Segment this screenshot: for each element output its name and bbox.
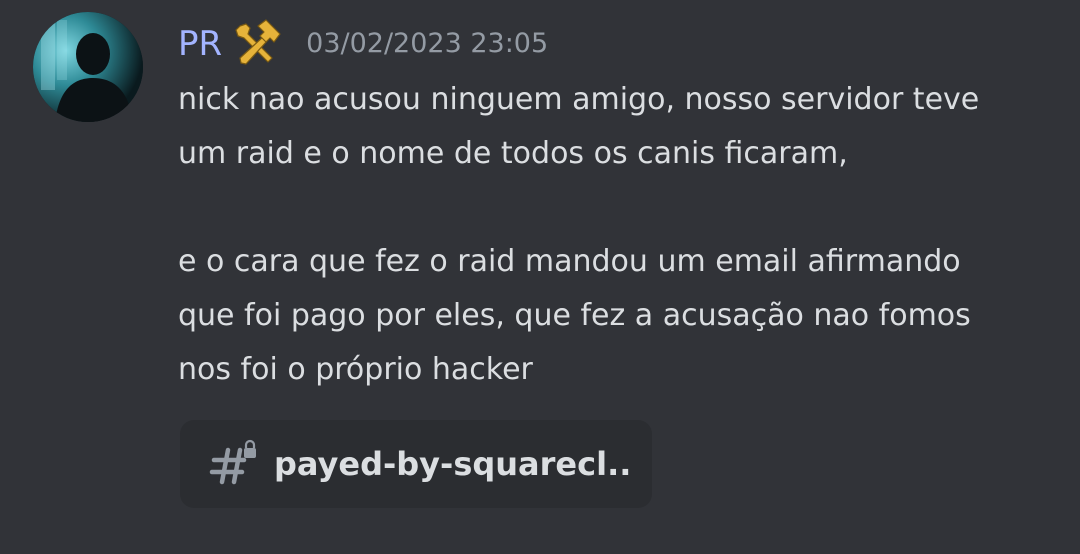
channel-mention-name: payed-by-squarecl..: [274, 445, 632, 483]
message-header: PR 03/02/2023 23:05: [178, 14, 548, 74]
message-content: nick nao acusou ninguem amigo, nosso ser…: [178, 73, 1058, 397]
message-timestamp[interactable]: 03/02/2023 23:05: [306, 14, 548, 74]
message-line: um raid e o nome de todos os canis ficar…: [178, 136, 848, 171]
message-line: que foi pago por eles, que fez a acusaçã…: [178, 298, 971, 333]
hammer-wrench-icon[interactable]: [228, 16, 284, 72]
channel-mention-chip[interactable]: payed-by-squarecl..: [180, 420, 652, 508]
message-line: nick nao acusou ninguem amigo, nosso ser…: [178, 82, 980, 117]
silhouette-avatar-icon: [33, 12, 143, 122]
author-avatar[interactable]: [33, 12, 143, 122]
message-line: nos foi o próprio hacker: [178, 352, 533, 387]
locked-hashtag-icon: [206, 438, 258, 490]
message-line: e o cara que fez o raid mandou um email …: [178, 244, 961, 279]
author-name[interactable]: PR: [178, 14, 222, 74]
message-line-empty: [178, 181, 1058, 235]
chat-message: PR 03/02/2023 23:05 nick nao acusou ning…: [0, 0, 1080, 554]
